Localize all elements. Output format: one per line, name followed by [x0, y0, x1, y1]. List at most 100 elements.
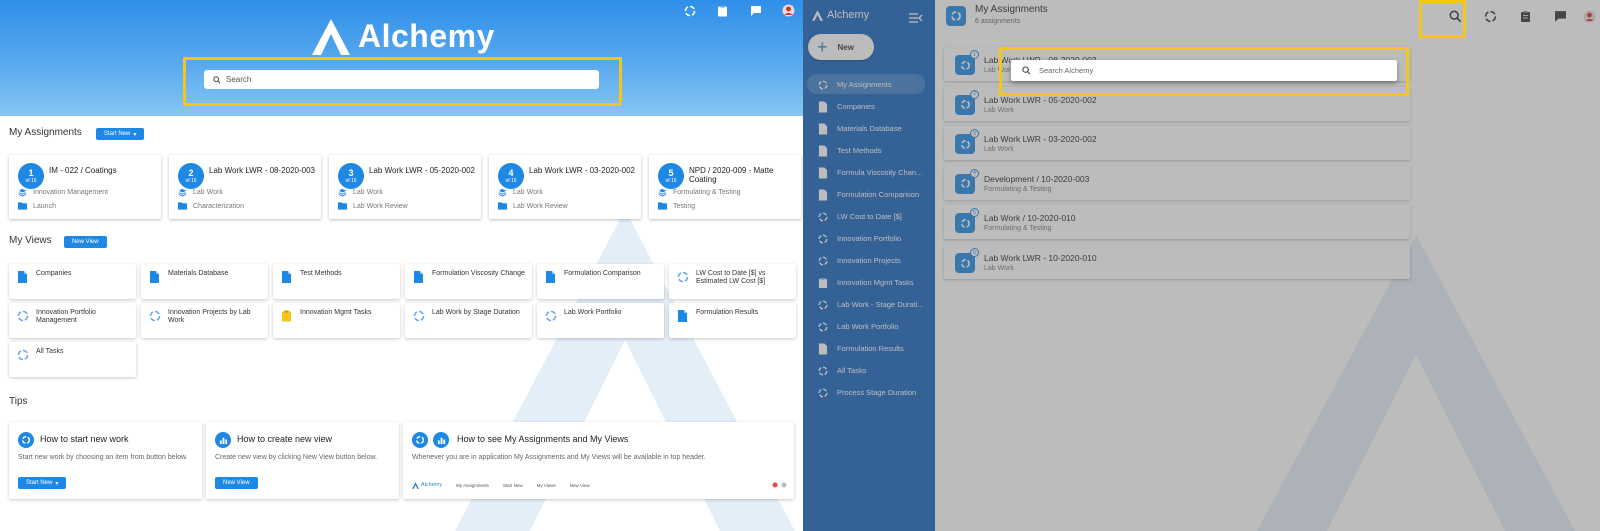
- view-label: Formulation Results: [696, 309, 759, 316]
- tip-title: How to create new view: [237, 434, 333, 444]
- search-alchemy-input[interactable]: Search Alchemy: [1011, 60, 1397, 81]
- start-new-button[interactable]: Start New ▾: [18, 477, 67, 489]
- avatar[interactable]: [782, 4, 795, 17]
- assignment-title: Lab Work LWR - 08-2020-003: [209, 166, 315, 175]
- view-card[interactable]: Formulation Comparison: [537, 264, 664, 299]
- document-icon: [677, 309, 689, 322]
- assignments-icon: [17, 309, 29, 322]
- chevron-down-icon: ▾: [133, 131, 137, 138]
- assignment-card[interactable]: 3 of 16 Lab Work LWR - 05-2020-002 Lab Work…: [329, 155, 481, 219]
- tip-title: How to start new work: [40, 434, 129, 444]
- document-icon: [149, 270, 161, 283]
- view-label: Lab Work Portfolio: [564, 309, 622, 316]
- assignments-icon: [149, 309, 161, 322]
- assignment-stage: Testing: [658, 202, 695, 210]
- view-label: Innovation Mgmt Tasks: [300, 309, 372, 316]
- view-card[interactable]: All Tasks: [9, 342, 136, 377]
- chevron-down-icon: ▾: [55, 480, 59, 487]
- mini-header-item: New View: [569, 482, 590, 488]
- folder-icon: [498, 202, 507, 210]
- view-card[interactable]: Companies: [9, 264, 136, 299]
- document-icon: [281, 270, 293, 283]
- view-card[interactable]: Test Methods: [273, 264, 400, 299]
- start-new-button[interactable]: Start New ▾: [96, 128, 145, 140]
- layers-icon: [498, 188, 507, 197]
- tip-card-header-info: How to see My Assignments and My Views W…: [403, 422, 794, 499]
- folder-icon: [658, 202, 667, 210]
- assignment-card[interactable]: 1 of 16 IM - 022 / Coatings Innovation Mana…: [9, 155, 161, 219]
- assignments-icon: [413, 309, 425, 322]
- assignments-icon: [545, 309, 557, 322]
- view-label: Companies: [36, 270, 72, 277]
- assignment-stage: Lab Work Review: [338, 202, 408, 210]
- alchemy-logo: Alchemy: [312, 18, 495, 55]
- clipboard-icon: [281, 309, 293, 322]
- search-placeholder: Search Alchemy: [1039, 66, 1094, 75]
- assignment-type: Lab Work: [498, 188, 543, 197]
- view-label: Lab Work by Stage Duration: [432, 309, 520, 316]
- assignment-stage: Lab Work Review: [498, 202, 568, 210]
- mini-header-preview: Alchemy My Assignments Start New My View…: [412, 478, 787, 492]
- assignment-title: NPD / 2020-009 - Matte Coating: [689, 166, 774, 185]
- assignment-badge: 5 of 16: [658, 163, 684, 189]
- folder-icon: [338, 202, 347, 210]
- assignment-stage: Launch: [18, 202, 56, 210]
- view-card[interactable]: Lab Work Portfolio: [537, 303, 664, 338]
- tip-description: Create new view by clicking New View but…: [215, 454, 378, 461]
- view-card[interactable]: Formulation Viscosity Change: [405, 264, 532, 299]
- new-view-label: New View: [223, 480, 250, 486]
- view-card[interactable]: Innovation Portfolio Management: [9, 303, 136, 338]
- assignments-icon[interactable]: [683, 4, 696, 17]
- document-icon: [17, 270, 29, 283]
- tip-title: How to see My Assignments and My Views: [457, 434, 629, 444]
- view-label: Test Methods: [300, 270, 342, 277]
- assignment-badge: 3 of 16: [338, 163, 364, 189]
- layers-icon: [18, 188, 27, 197]
- search-button-highlight: [1419, 0, 1466, 38]
- layers-icon: [338, 188, 347, 197]
- assignments-icon: [18, 432, 34, 448]
- view-card[interactable]: Formulation Results: [669, 303, 796, 338]
- top-header-icons: [683, 4, 795, 17]
- assignments-icon: [677, 270, 689, 283]
- clipboard-icon[interactable]: [716, 4, 729, 17]
- alchemy-a-icon: [412, 481, 419, 489]
- assignment-card[interactable]: 4 of 16 Lab Work LWR - 03-2020-002 Lab Work…: [489, 155, 641, 219]
- assignment-card[interactable]: 5 of 16 NPD / 2020-009 - Matte Coating Form…: [649, 155, 801, 219]
- search-icon: [213, 75, 221, 84]
- folder-icon: [178, 202, 187, 210]
- layers-icon: [658, 188, 667, 197]
- new-view-button[interactable]: New View: [215, 477, 258, 489]
- layers-icon: [178, 188, 187, 197]
- assignments-icon: [17, 348, 29, 361]
- start-new-label: Start New: [26, 480, 53, 486]
- assignment-card[interactable]: 2 of 16 Lab Work LWR - 08-2020-003 Lab Work…: [169, 155, 321, 219]
- brand-name: Alchemy: [358, 18, 495, 54]
- assignment-type: Formulating & Testing: [658, 188, 741, 197]
- my-views-title: My Views: [9, 235, 52, 246]
- view-label: Formulation Viscosity Change: [432, 270, 525, 277]
- view-card[interactable]: Materials Database: [141, 264, 268, 299]
- view-label: All Tasks: [36, 348, 64, 355]
- screenshot-root: Alchemy Search My Assignments Start New …: [0, 0, 1600, 531]
- my-assignments-title: My Assignments: [9, 127, 82, 138]
- alchemy-a-icon: [312, 18, 350, 55]
- view-label: Innovation Projects by Lab Work: [168, 309, 251, 325]
- view-card[interactable]: Lab Work by Stage Duration: [405, 303, 532, 338]
- tip-card-start-new: How to start new work Start new work by …: [9, 422, 202, 499]
- tip-description: Whenever you are in application My Assig…: [412, 454, 706, 461]
- new-view-button[interactable]: New View: [64, 236, 107, 248]
- view-card[interactable]: LW Cost to Date [$] vs Estimated LW Cost…: [669, 264, 796, 299]
- chat-icon[interactable]: [749, 4, 762, 17]
- search-input[interactable]: Search: [204, 70, 599, 89]
- view-card[interactable]: Innovation Projects by Lab Work: [141, 303, 268, 338]
- mini-header-item: My Views: [536, 482, 556, 488]
- view-label: Materials Database: [168, 270, 229, 277]
- chart-icon: [433, 432, 449, 448]
- new-view-label: New View: [72, 239, 99, 245]
- assignment-title: IM - 022 / Coatings: [49, 166, 117, 175]
- view-card[interactable]: Innovation Mgmt Tasks: [273, 303, 400, 338]
- tip-card-new-view: How to create new view Create new view b…: [206, 422, 399, 499]
- assignments-icon: [772, 482, 778, 488]
- assignment-title: Lab Work LWR - 05-2020-002: [369, 166, 475, 175]
